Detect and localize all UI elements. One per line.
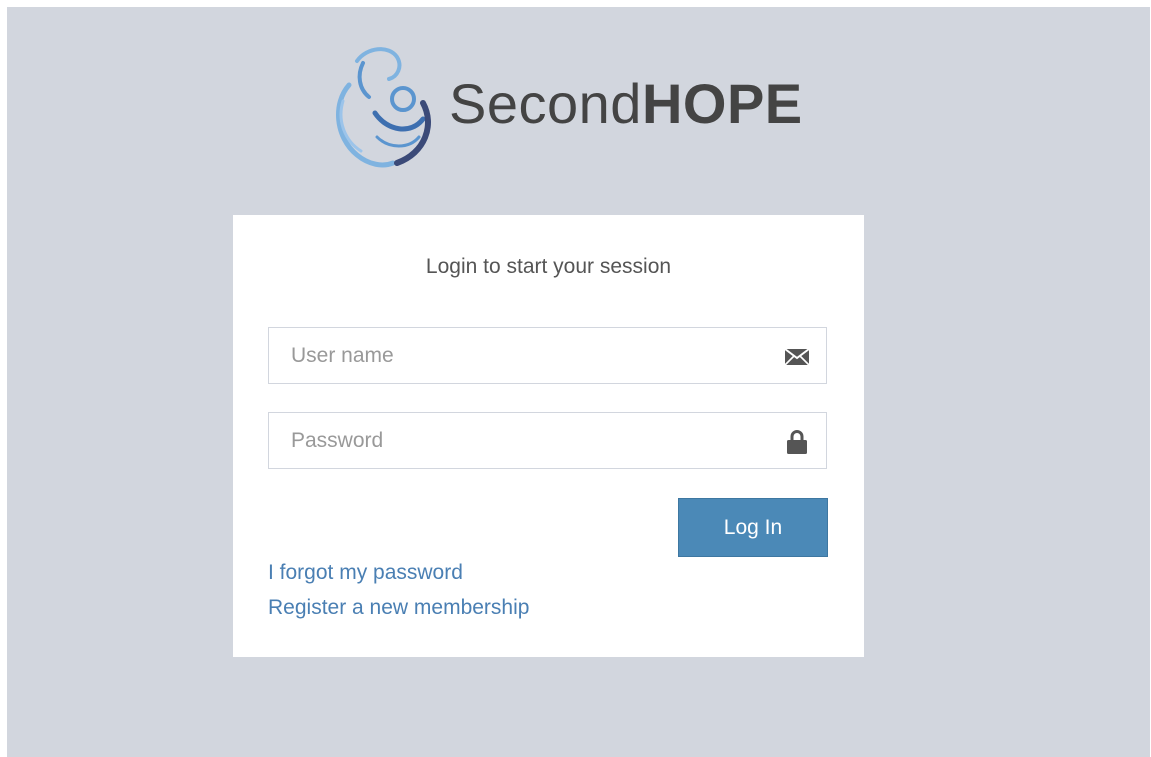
login-box-message: Login to start your session	[425, 255, 672, 278]
login-box: Login to start your session Log In I for…	[233, 215, 864, 657]
brand-logo: SecondHOPE	[327, 41, 802, 171]
login-button[interactable]: Log In	[678, 498, 828, 557]
lock-icon	[787, 430, 807, 454]
password-field	[268, 412, 827, 469]
brand-name: SecondHOPE	[449, 69, 803, 139]
forgot-password-link[interactable]: I forgot my password	[268, 561, 463, 585]
login-page: SecondHOPE Login to start your session L…	[7, 7, 1150, 757]
username-field	[268, 327, 827, 384]
envelope-icon	[784, 348, 810, 366]
password-input[interactable]	[269, 413, 826, 468]
register-membership-link[interactable]: Register a new membership	[268, 596, 529, 620]
mother-child-logo-icon	[336, 47, 431, 168]
brand-name-light: Second	[449, 72, 642, 135]
brand-name-bold: HOPE	[641, 72, 803, 135]
username-input[interactable]	[269, 328, 826, 383]
